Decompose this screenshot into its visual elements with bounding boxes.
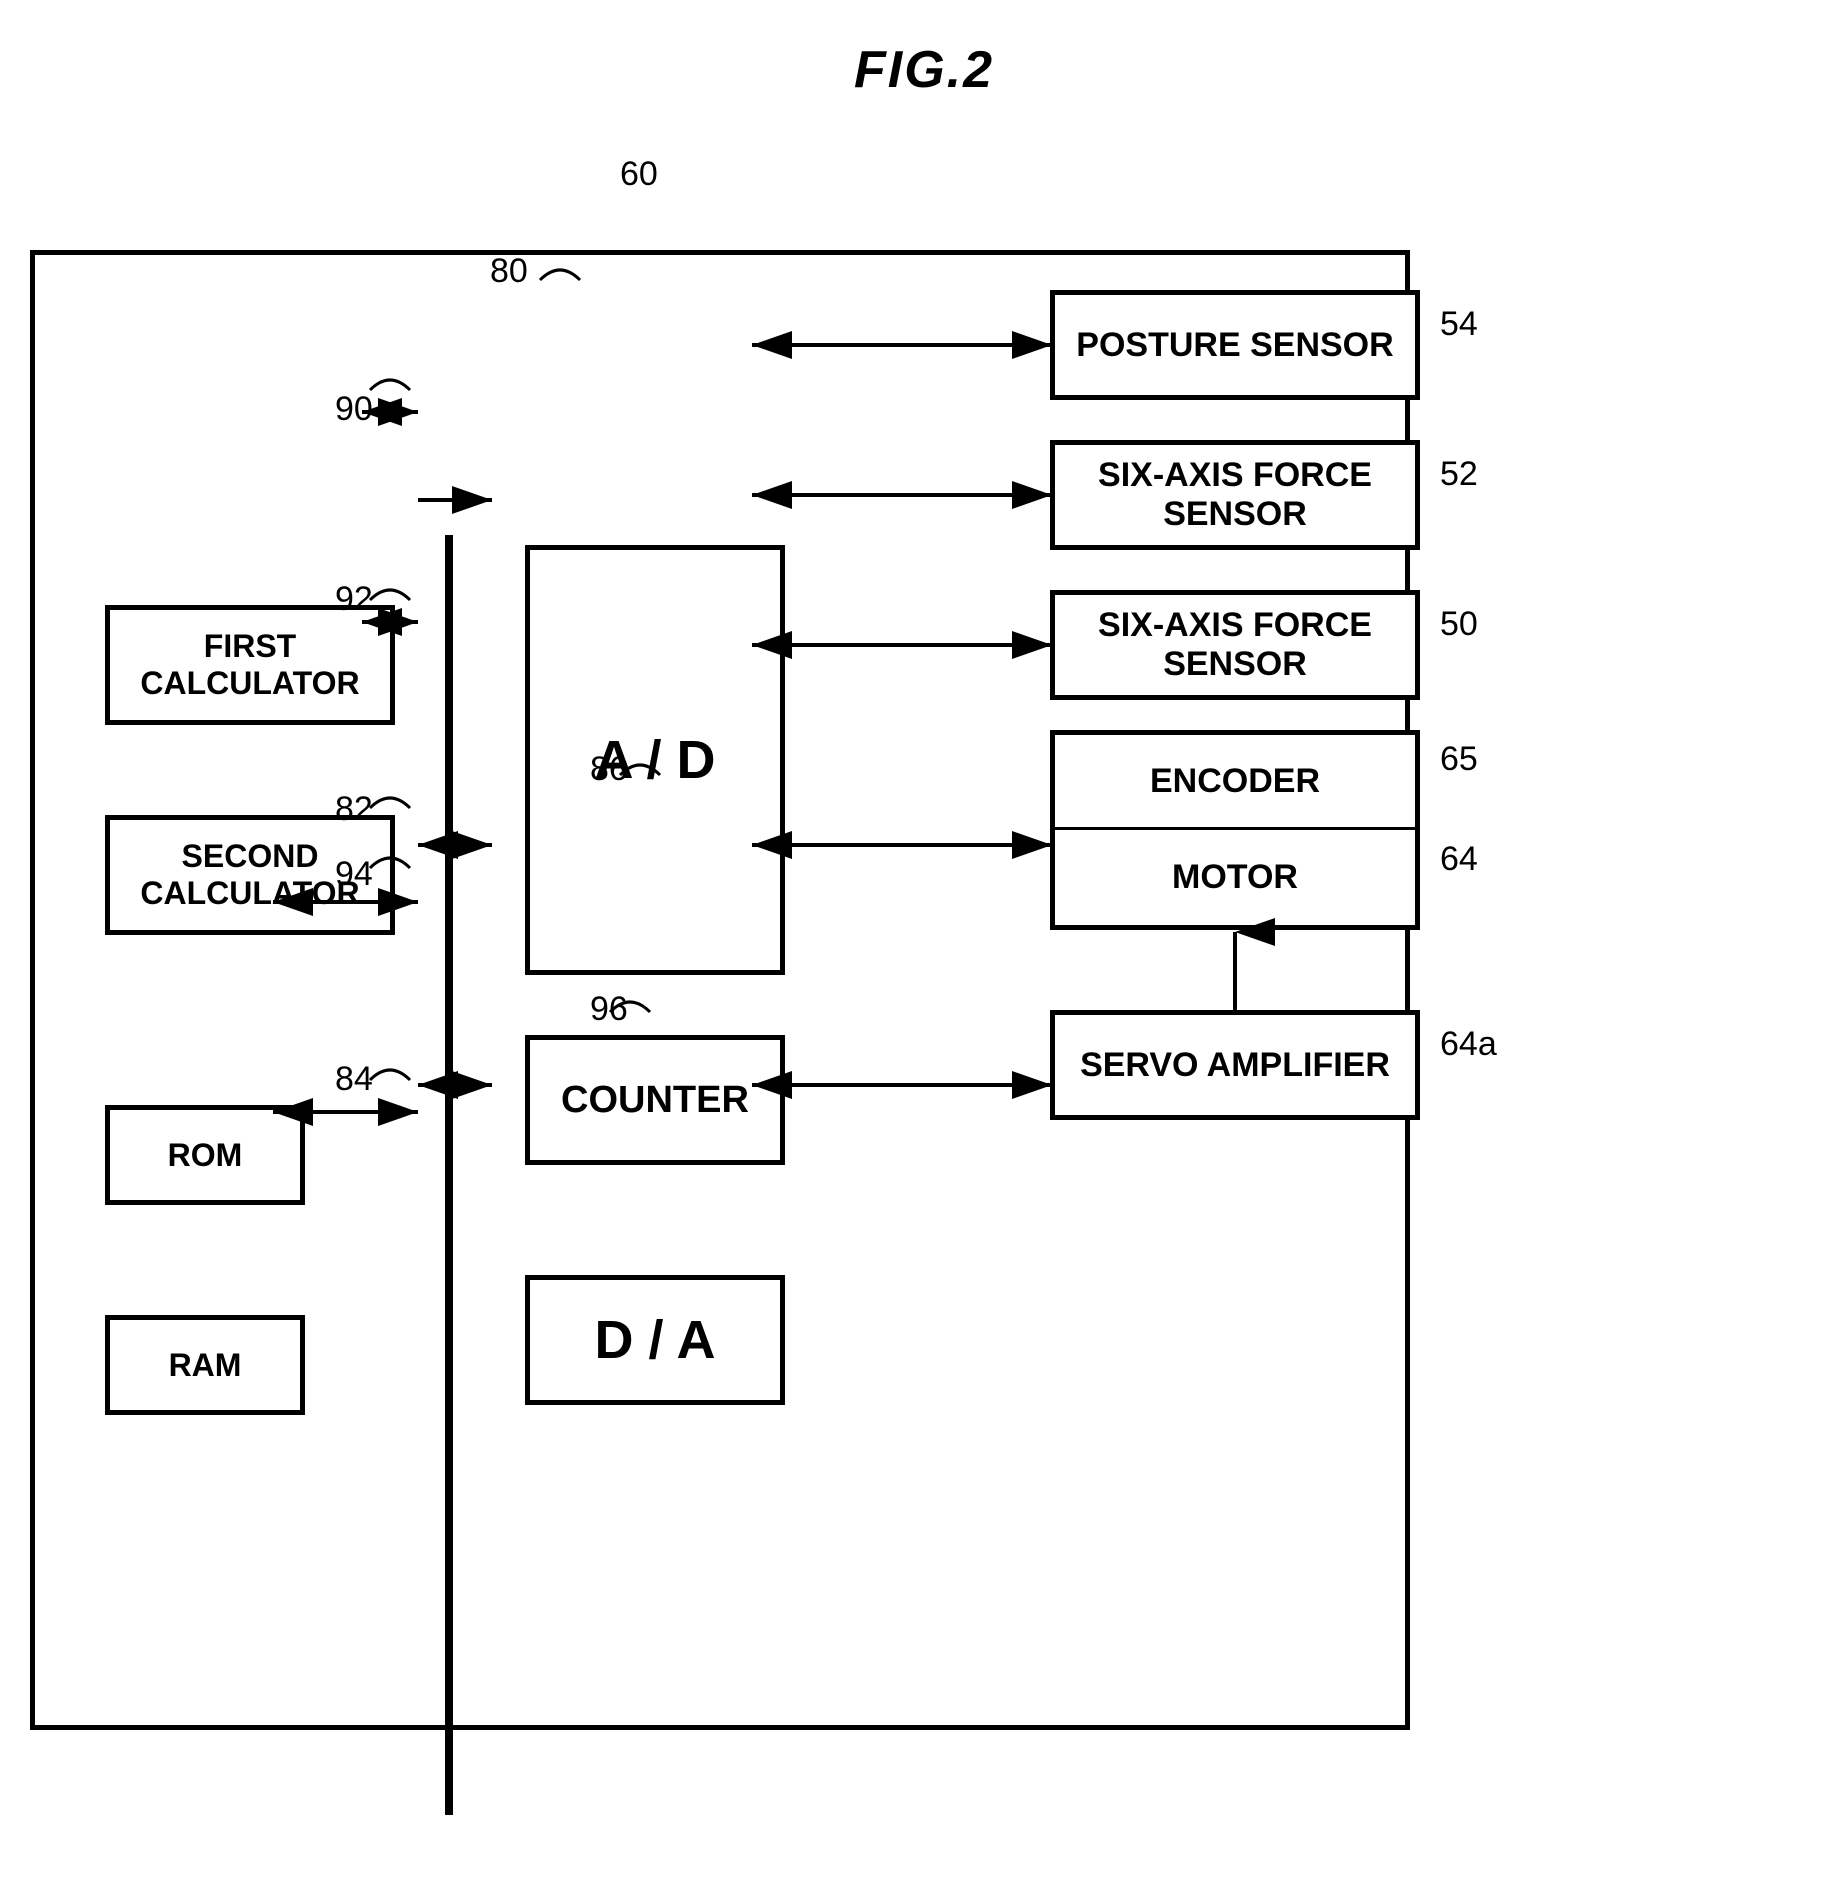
fig-title: FIG.2 xyxy=(854,40,994,100)
first-calculator-label: FIRST CALCULATOR xyxy=(110,628,390,702)
servo-amplifier-box: SERVO AMPLIFIER xyxy=(1050,1010,1420,1120)
ref-num-84: 84 xyxy=(335,1060,373,1099)
ref-num-80: 80 xyxy=(490,252,528,291)
posture-sensor-label: POSTURE SENSOR xyxy=(1076,326,1393,365)
counter-box: COUNTER xyxy=(525,1035,785,1165)
six-axis-force-sensor-2-box: SIX-AXIS FORCE SENSOR xyxy=(1050,590,1420,700)
rom-label: ROM xyxy=(168,1137,243,1174)
servo-amp-label: SERVO AMPLIFIER xyxy=(1080,1046,1390,1085)
encoder-cell: ENCODER xyxy=(1055,735,1415,830)
ref-num-52: 52 xyxy=(1440,455,1478,494)
ref-60: 60 xyxy=(620,155,658,194)
da-label: D / A xyxy=(595,1309,716,1371)
counter-label: COUNTER xyxy=(561,1079,749,1122)
motor-cell: MOTOR xyxy=(1055,830,1415,925)
ram-box: RAM xyxy=(105,1315,305,1415)
ad-box: A / D xyxy=(525,545,785,975)
encoder-label: ENCODER xyxy=(1150,762,1320,801)
bus-line xyxy=(445,535,453,1815)
da-box: D / A xyxy=(525,1275,785,1405)
motor-label: MOTOR xyxy=(1172,858,1298,897)
posture-sensor-box: POSTURE SENSOR xyxy=(1050,290,1420,400)
encoder-motor-box: ENCODER MOTOR xyxy=(1050,730,1420,930)
ref-num-50: 50 xyxy=(1440,605,1478,644)
ref-num-82: 82 xyxy=(335,790,373,829)
ref-num-54: 54 xyxy=(1440,305,1478,344)
six-axis-force-sensor-1-box: SIX-AXIS FORCE SENSOR xyxy=(1050,440,1420,550)
ref-num-64a: 64a xyxy=(1440,1025,1497,1064)
ref-num-64: 64 xyxy=(1440,840,1478,879)
ref-num-96: 96 xyxy=(590,990,628,1029)
ref-num-65: 65 xyxy=(1440,740,1478,779)
six-axis-2-label: SIX-AXIS FORCE SENSOR xyxy=(1055,606,1415,684)
ref-num-86: 86 xyxy=(590,750,628,789)
ref-num-90: 90 xyxy=(335,390,373,429)
rom-box: ROM xyxy=(105,1105,305,1205)
ram-label: RAM xyxy=(169,1347,242,1384)
ref-num-92: 92 xyxy=(335,580,373,619)
diagram-container: FIG.2 60 A / D COUNTER D / A FIRST CALCU… xyxy=(0,0,1848,1892)
ref-num-94: 94 xyxy=(335,855,373,894)
first-calculator-box: FIRST CALCULATOR xyxy=(105,605,395,725)
six-axis-1-label: SIX-AXIS FORCE SENSOR xyxy=(1055,456,1415,534)
